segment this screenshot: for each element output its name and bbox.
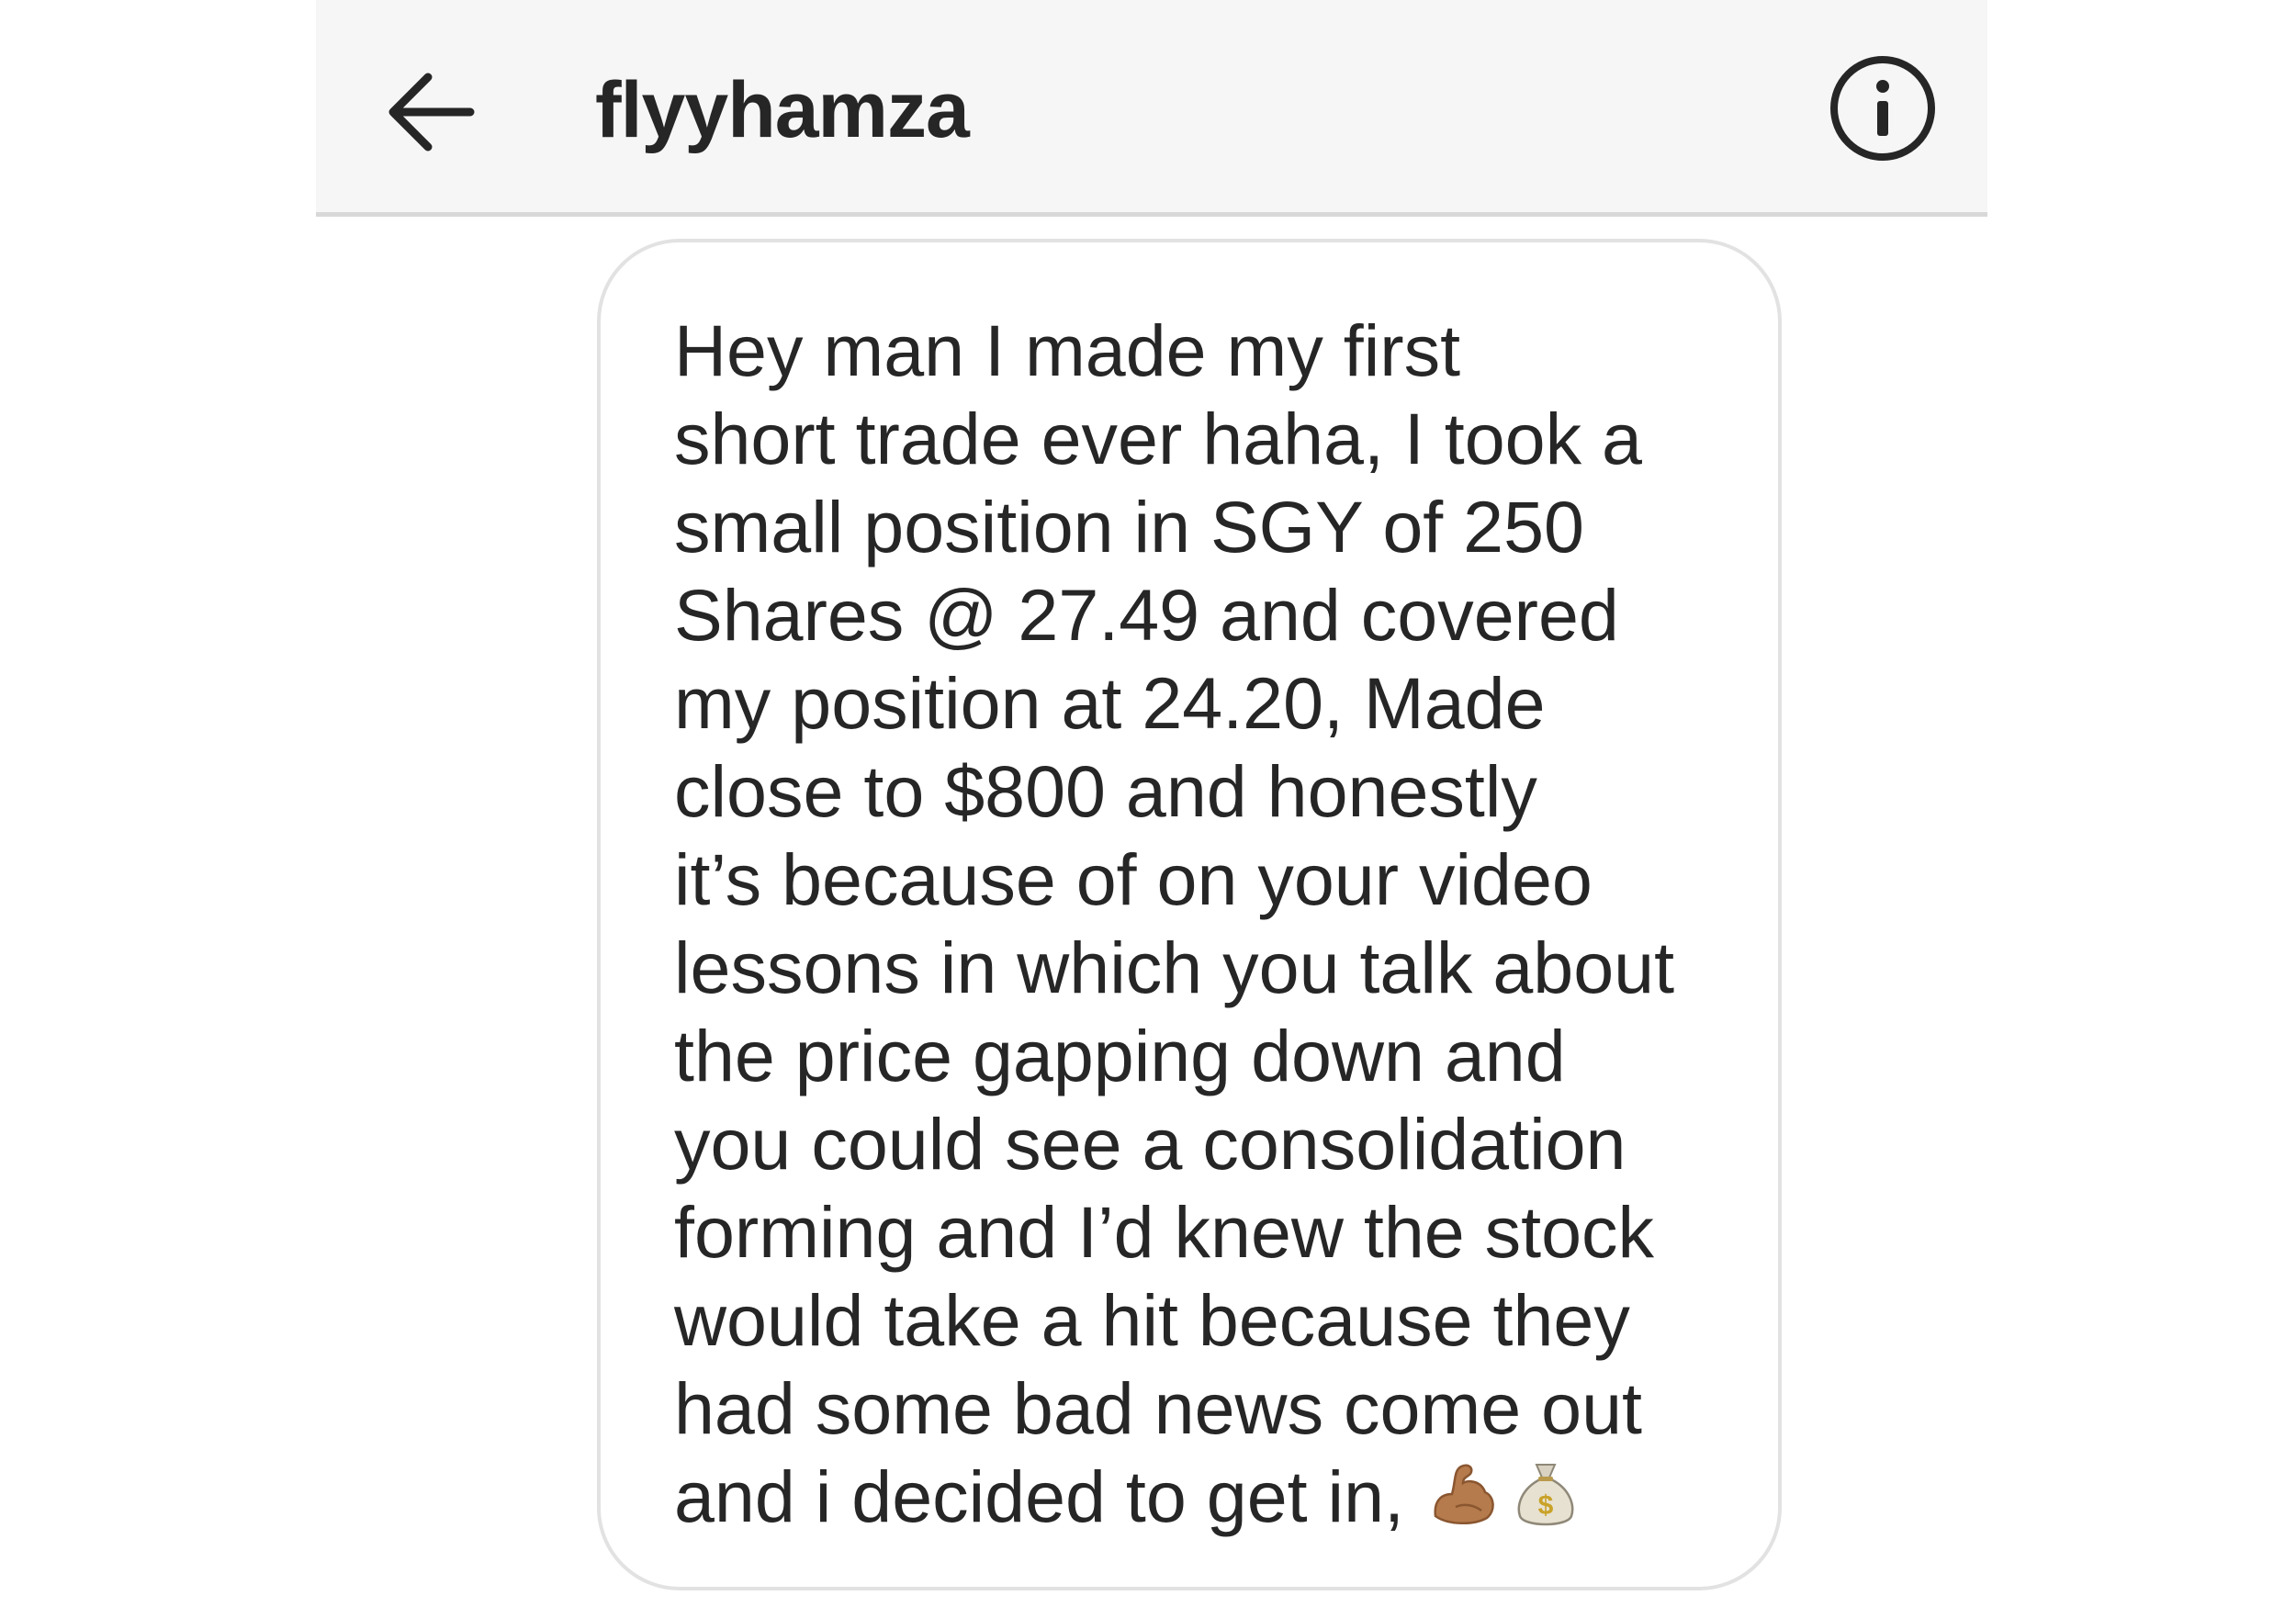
back-button[interactable]: [382, 66, 478, 158]
chat-header: flyyhamza: [316, 0, 1987, 217]
svg-text:$: $: [1538, 1490, 1554, 1521]
message-emojis: $: [1421, 1455, 1582, 1551]
arrow-left-icon: [388, 73, 475, 152]
money-bag-icon: $: [1509, 1457, 1582, 1550]
message-body: Hey man I made my first short trade ever…: [674, 309, 1675, 1537]
flexed-biceps-icon: [1428, 1457, 1502, 1550]
info-circle-icon: [1830, 56, 1935, 161]
chat-screen: flyyhamza Hey man I made my first short …: [316, 0, 1987, 1607]
message-text: Hey man I made my first short trade ever…: [674, 307, 1758, 1550]
chat-username[interactable]: flyyhamza: [595, 55, 970, 165]
info-button[interactable]: [1826, 51, 1940, 165]
message-bubble[interactable]: Hey man I made my first short trade ever…: [597, 239, 1782, 1590]
